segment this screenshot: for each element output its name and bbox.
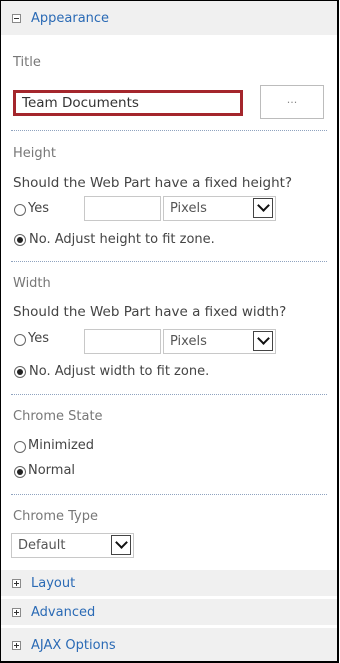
height-value-input[interactable] bbox=[84, 196, 161, 221]
width-value-input[interactable] bbox=[84, 329, 161, 354]
title-label: Title bbox=[13, 55, 41, 70]
ajax-options-section-header[interactable]: AJAX Options bbox=[1, 628, 337, 661]
chrome-state-minimized-radio[interactable] bbox=[14, 441, 26, 453]
layout-section-label[interactable]: Layout bbox=[31, 576, 75, 591]
height-no-radio[interactable] bbox=[14, 234, 26, 246]
chrome-state-normal-radio[interactable] bbox=[14, 466, 26, 478]
separator bbox=[11, 261, 327, 262]
width-label: Width bbox=[13, 276, 51, 291]
width-no-label: No. Adjust width to fit zone. bbox=[29, 364, 210, 379]
collapse-icon[interactable] bbox=[12, 13, 21, 23]
expand-icon[interactable] bbox=[12, 640, 21, 650]
height-yes-radio[interactable] bbox=[14, 204, 26, 216]
chrome-type-value: Default bbox=[18, 538, 66, 553]
height-yes-label: Yes bbox=[28, 201, 49, 216]
height-unit-select[interactable]: Pixels bbox=[163, 196, 276, 221]
height-label: Height bbox=[13, 146, 56, 161]
height-no-label: No. Adjust height to fit zone. bbox=[29, 232, 215, 247]
height-unit-value: Pixels bbox=[170, 201, 207, 216]
chrome-state-label: Chrome State bbox=[13, 409, 103, 424]
expand-icon[interactable] bbox=[12, 607, 21, 617]
width-unit-select[interactable]: Pixels bbox=[163, 329, 276, 354]
advanced-section-header[interactable]: Advanced bbox=[1, 599, 337, 625]
title-builder-button[interactable]: ... bbox=[260, 85, 324, 119]
web-part-tool-pane: Appearance Title Team Documents ... Heig… bbox=[0, 0, 339, 663]
separator bbox=[11, 494, 327, 495]
chevron-down-icon[interactable] bbox=[253, 331, 273, 351]
width-no-radio[interactable] bbox=[14, 366, 26, 378]
chrome-state-normal-label: Normal bbox=[28, 463, 76, 478]
appearance-section-label[interactable]: Appearance bbox=[31, 11, 109, 26]
chrome-type-label: Chrome Type bbox=[13, 509, 98, 524]
layout-section-header[interactable]: Layout bbox=[1, 570, 337, 596]
chrome-type-select[interactable]: Default bbox=[11, 533, 134, 558]
height-question: Should the Web Part have a fixed height? bbox=[13, 175, 293, 191]
title-input[interactable]: Team Documents bbox=[13, 90, 243, 116]
appearance-section-header[interactable]: Appearance bbox=[1, 1, 337, 35]
expand-icon[interactable] bbox=[12, 578, 21, 588]
width-yes-label: Yes bbox=[28, 331, 49, 346]
separator bbox=[11, 394, 327, 395]
width-question: Should the Web Part have a fixed width? bbox=[13, 304, 287, 320]
chevron-down-icon[interactable] bbox=[253, 198, 273, 218]
advanced-section-label[interactable]: Advanced bbox=[31, 605, 95, 620]
chrome-state-minimized-label: Minimized bbox=[28, 438, 95, 453]
ajax-options-section-label[interactable]: AJAX Options bbox=[31, 638, 116, 653]
separator bbox=[11, 130, 327, 131]
width-yes-radio[interactable] bbox=[14, 334, 26, 346]
chevron-down-icon[interactable] bbox=[111, 535, 131, 555]
width-unit-value: Pixels bbox=[170, 334, 207, 349]
